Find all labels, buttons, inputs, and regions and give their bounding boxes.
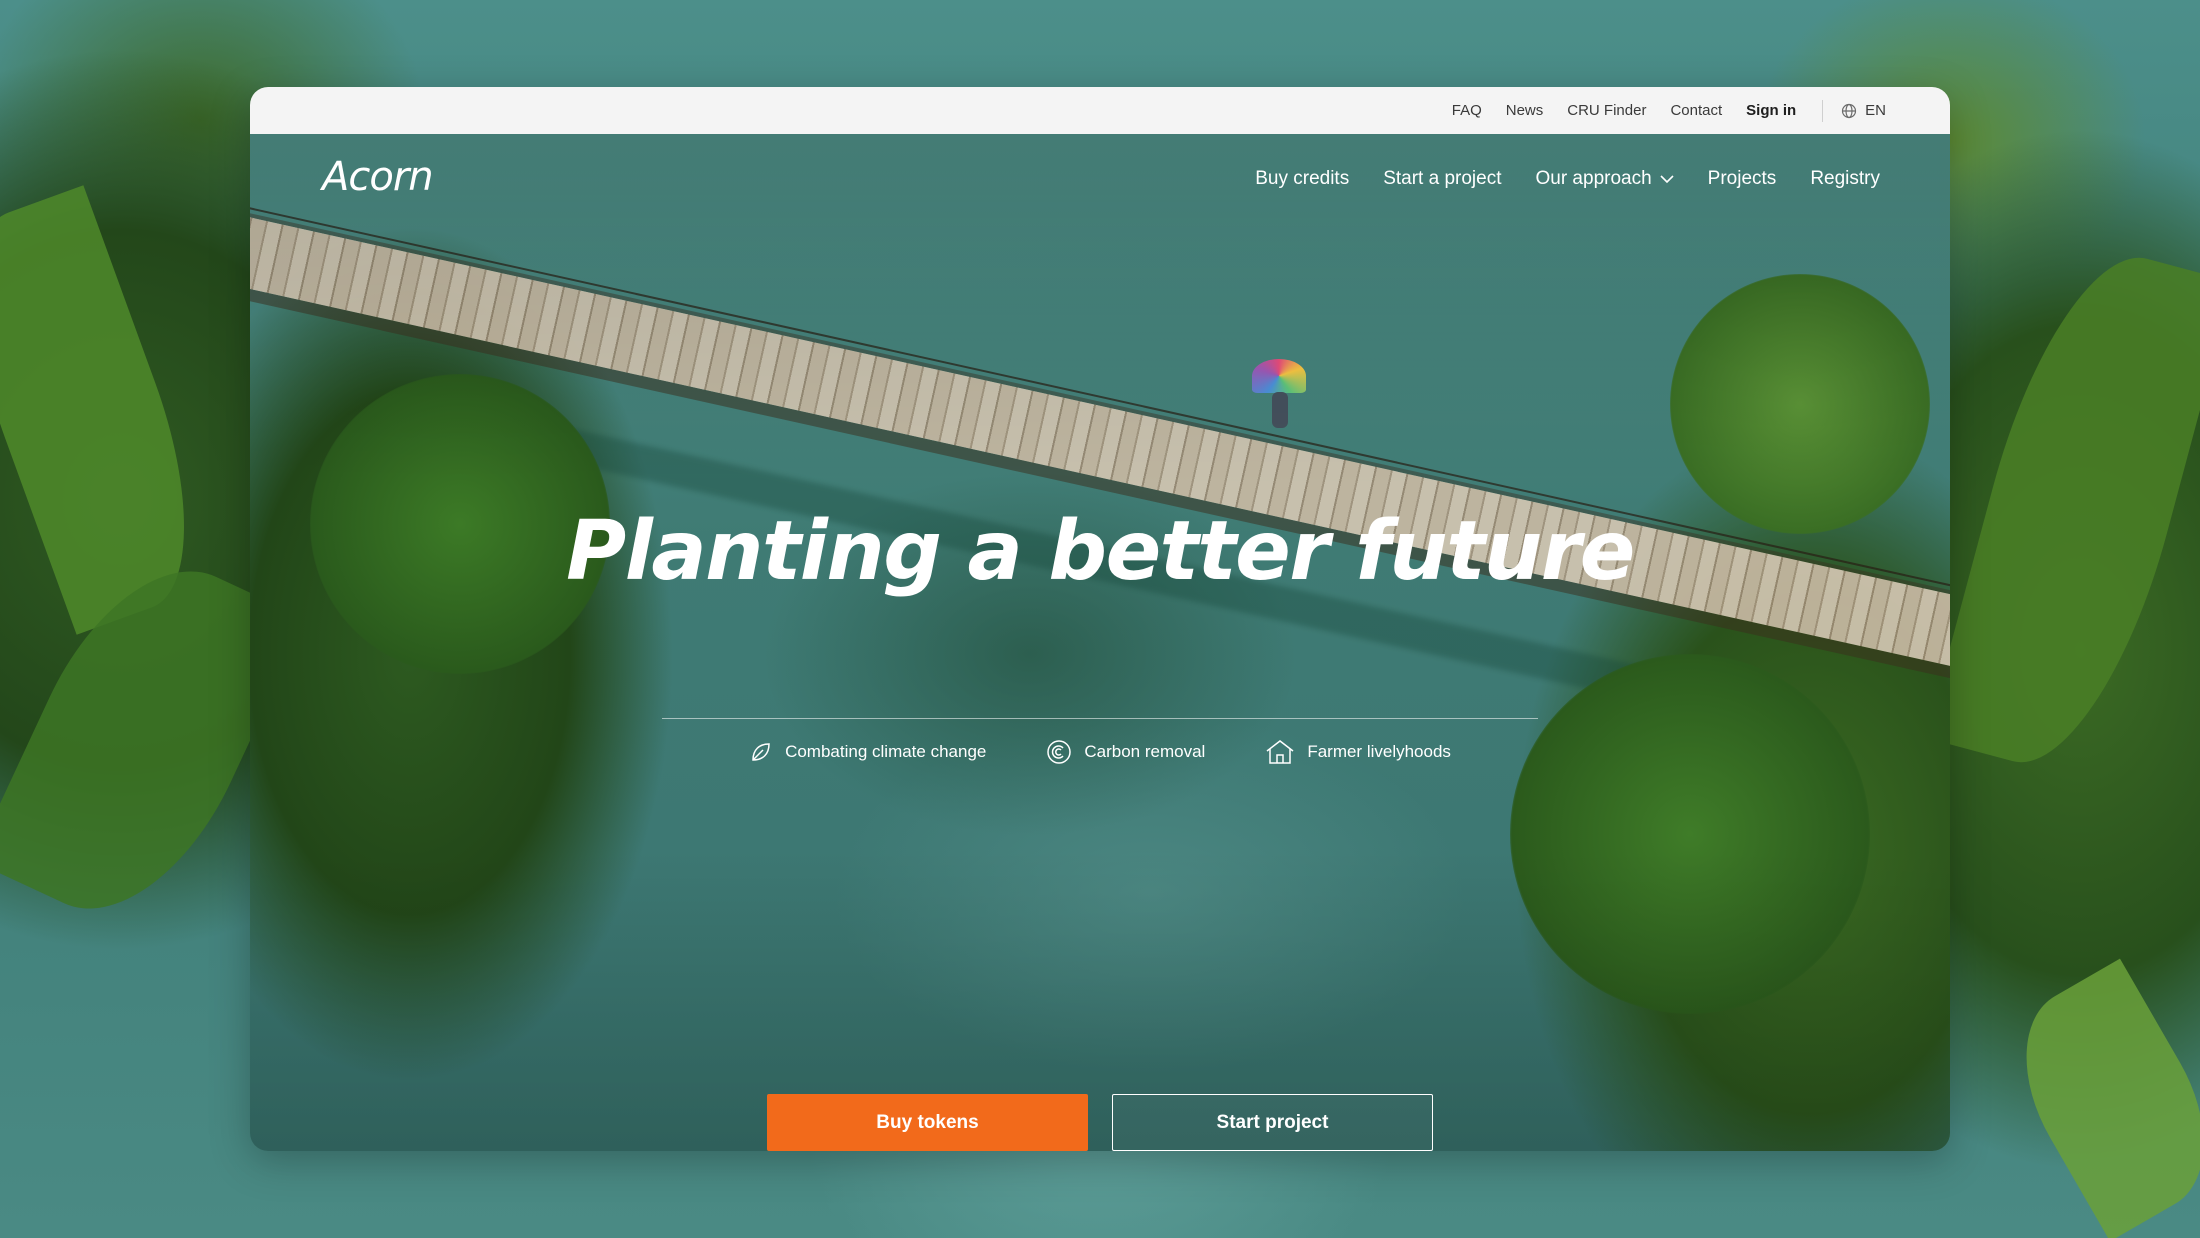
start-project-button[interactable]: Start project xyxy=(1112,1094,1433,1151)
site-frame: FAQ News CRU Finder Contact Sign in EN A… xyxy=(250,87,1950,1151)
utility-bar: FAQ News CRU Finder Contact Sign in EN xyxy=(250,87,1950,134)
nav-label: Projects xyxy=(1707,168,1777,189)
house-icon xyxy=(1266,740,1294,764)
feature-list: Combating climate change Carbon removal … xyxy=(250,739,1950,765)
hero-section: Acorn Buy credits Start a project Our ap… xyxy=(250,134,1950,1151)
feature-carbon-removal: Carbon removal xyxy=(1046,739,1205,765)
feature-label: Combating climate change xyxy=(785,742,987,761)
banana-leaf-decor xyxy=(0,185,227,635)
chevron-down-icon xyxy=(1660,174,1674,183)
nav-label: Registry xyxy=(1810,168,1880,189)
carbon-cycle-icon xyxy=(1047,740,1072,764)
nav-projects[interactable]: Projects xyxy=(1708,168,1777,190)
globe-icon xyxy=(1842,103,1857,118)
news-link[interactable]: News xyxy=(1506,102,1544,119)
foliage-decor xyxy=(1925,235,2200,785)
buy-tokens-button[interactable]: Buy tokens xyxy=(767,1094,1088,1151)
main-nav: Buy credits Start a project Our approach… xyxy=(1221,168,1880,190)
language-label: EN xyxy=(1865,102,1886,119)
hero-overlay xyxy=(250,134,1950,1151)
nav-start-a-project[interactable]: Start a project xyxy=(1383,168,1501,190)
utility-divider xyxy=(1822,99,1824,122)
nav-label: Our approach xyxy=(1535,168,1652,189)
contact-link[interactable]: Contact xyxy=(1670,102,1722,119)
language-selector[interactable]: EN xyxy=(1841,102,1886,119)
banana-leaf-decor xyxy=(1990,958,2200,1238)
nav-label: Start a project xyxy=(1383,168,1502,189)
hero-headline: Planting a better future xyxy=(566,504,1635,599)
feature-climate: Combating climate change xyxy=(749,740,986,764)
hero-ctas: Buy tokens Start project xyxy=(250,1094,1950,1151)
acorn-logo[interactable]: Acorn xyxy=(322,154,434,200)
cru-finder-link[interactable]: CRU Finder xyxy=(1567,102,1646,119)
faq-link[interactable]: FAQ xyxy=(1452,102,1482,119)
feature-label: Carbon removal xyxy=(1084,742,1206,761)
nav-label: Buy credits xyxy=(1255,168,1350,189)
feature-farmer-livelihoods: Farmer livelyhoods xyxy=(1265,739,1451,765)
feature-label: Farmer livelyhoods xyxy=(1307,742,1451,761)
nav-registry[interactable]: Registry xyxy=(1810,168,1880,190)
sign-in-link[interactable]: Sign in xyxy=(1746,102,1796,119)
leaf-icon xyxy=(752,743,770,761)
headline-divider xyxy=(662,718,1538,719)
nav-our-approach[interactable]: Our approach xyxy=(1535,168,1674,190)
nav-buy-credits[interactable]: Buy credits xyxy=(1255,168,1349,190)
